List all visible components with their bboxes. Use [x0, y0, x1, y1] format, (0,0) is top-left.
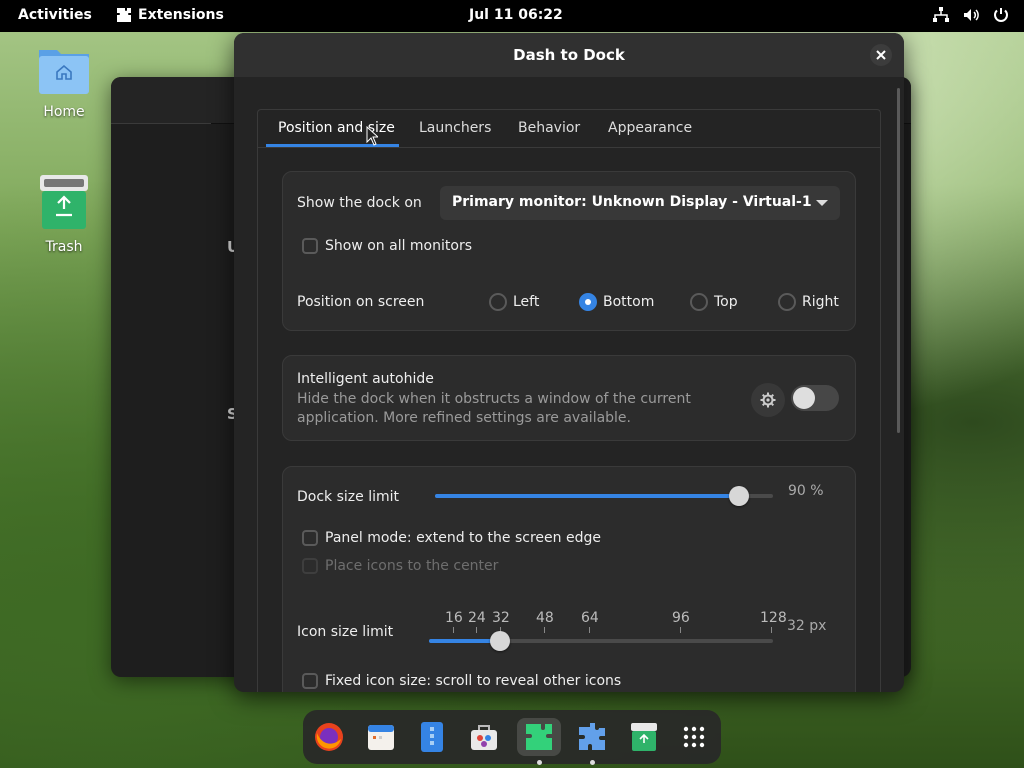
radio-top-label[interactable]: Top	[714, 294, 738, 310]
icon-size-mark: 24	[468, 610, 486, 626]
icon-size-mark: 128	[760, 610, 787, 626]
desktop-home-label: Home	[43, 104, 85, 120]
dock-software[interactable]	[465, 718, 503, 756]
center-icons-label: Place icons to the center	[325, 558, 499, 574]
icon-size-value: 32 px	[787, 618, 827, 634]
dock-trash[interactable]	[625, 718, 663, 756]
icon-size-slider-knob[interactable]	[490, 631, 510, 651]
panel-mode-label[interactable]: Panel mode: extend to the screen edge	[325, 530, 601, 546]
software-icon	[471, 725, 497, 750]
position-on-screen-label: Position on screen	[297, 294, 425, 310]
trash-icon	[40, 175, 88, 229]
dock	[303, 710, 721, 765]
dock-size-slider-fill	[435, 494, 739, 498]
fixed-icon-size-checkbox[interactable]	[302, 673, 318, 689]
radio-bottom-label[interactable]: Bottom	[603, 294, 654, 310]
fixed-icon-size-label[interactable]: Fixed icon size: scroll to reveal other …	[325, 673, 621, 689]
icon-size-mark: 16	[445, 610, 463, 626]
dock-firefox[interactable]	[310, 718, 348, 756]
top-bar: Activities Extensions Jul 11 06:22	[0, 0, 1024, 32]
extensions-icon	[526, 724, 552, 750]
dock-extensions[interactable]	[517, 718, 561, 756]
dock-extension-manager[interactable]	[573, 718, 611, 756]
size-card: Dock size limit 90 % Panel mode: extend …	[282, 466, 856, 692]
gear-icon	[760, 392, 776, 408]
autohide-description: application. More refined settings are a…	[297, 410, 631, 426]
dock-show-apps[interactable]	[675, 718, 713, 756]
tab-behavior[interactable]: Behavior	[518, 120, 580, 136]
tab-bar: Position and size Launchers Behavior App…	[258, 110, 880, 148]
show-dock-on-label: Show the dock on	[297, 195, 422, 211]
firefox-icon	[315, 723, 343, 751]
position-card: Show the dock on Primary monitor: Unknow…	[282, 171, 856, 331]
volume-icon[interactable]	[962, 6, 980, 24]
radio-right[interactable]	[778, 293, 796, 311]
app-name: Extensions	[138, 7, 224, 23]
close-icon	[876, 50, 886, 60]
autohide-description: Hide the dock when it obstructs a window…	[297, 391, 691, 407]
icon-size-mark: 96	[672, 610, 690, 626]
clock[interactable]: Jul 11 06:22	[469, 7, 563, 23]
monitor-dropdown-value: Primary monitor: Unknown Display - Virtu…	[452, 194, 812, 210]
mouse-cursor-icon	[366, 126, 378, 146]
app-menu-button[interactable]: Extensions	[116, 7, 224, 23]
autohide-settings-button[interactable]	[751, 383, 785, 417]
panel-mode-checkbox[interactable]	[302, 530, 318, 546]
desktop-trash[interactable]: Trash	[29, 173, 99, 255]
running-indicator	[590, 760, 595, 765]
all-monitors-checkbox[interactable]	[302, 238, 318, 254]
active-tab-indicator	[266, 144, 399, 147]
puzzle-icon	[117, 8, 131, 22]
switch-knob	[793, 387, 815, 409]
dock-files[interactable]	[413, 718, 451, 756]
radio-top[interactable]	[690, 293, 708, 311]
center-icons-checkbox	[302, 558, 318, 574]
puzzle-icon	[579, 723, 605, 750]
autohide-card: Intelligent autohide Hide the dock when …	[282, 355, 856, 441]
radio-bottom[interactable]	[579, 293, 597, 311]
tab-appearance[interactable]: Appearance	[608, 120, 692, 136]
icon-size-mark: 64	[581, 610, 599, 626]
dock-size-limit-label: Dock size limit	[297, 489, 399, 505]
radio-left-label[interactable]: Left	[513, 294, 539, 310]
app-grid-icon	[683, 726, 705, 748]
system-tray[interactable]	[932, 6, 1010, 24]
autohide-title: Intelligent autohide	[297, 371, 434, 387]
dock-size-slider-knob[interactable]	[729, 486, 749, 506]
dock-calendar[interactable]	[362, 718, 400, 756]
dialog-header: Dash to Dock	[234, 33, 904, 77]
icon-size-limit-label: Icon size limit	[297, 624, 394, 640]
dash-to-dock-dialog[interactable]: Dash to Dock Position and size Launchers…	[234, 33, 904, 692]
files-icon	[421, 722, 443, 752]
trash-icon	[631, 723, 657, 751]
monitor-dropdown[interactable]: Primary monitor: Unknown Display - Virtu…	[440, 186, 840, 220]
all-monitors-label[interactable]: Show on all monitors	[325, 238, 472, 254]
activities-button[interactable]: Activities	[18, 7, 92, 23]
tab-launchers[interactable]: Launchers	[419, 120, 491, 136]
icon-size-mark: 48	[536, 610, 554, 626]
dialog-title: Dash to Dock	[513, 46, 625, 64]
close-button[interactable]	[870, 44, 892, 66]
autohide-switch[interactable]	[791, 385, 839, 411]
icon-size-mark: 32	[492, 610, 510, 626]
home-folder-icon	[39, 50, 89, 94]
dock-size-value: 90 %	[788, 483, 824, 499]
running-indicator	[537, 760, 542, 765]
scrollbar[interactable]	[897, 88, 900, 433]
radio-right-label[interactable]: Right	[802, 294, 839, 310]
desktop-home[interactable]: Home	[29, 44, 99, 120]
chevron-down-icon	[816, 200, 828, 206]
calendar-icon	[368, 725, 394, 750]
radio-left[interactable]	[489, 293, 507, 311]
desktop-trash-label: Trash	[45, 239, 83, 255]
power-icon[interactable]	[992, 6, 1010, 24]
network-icon[interactable]	[932, 6, 950, 24]
